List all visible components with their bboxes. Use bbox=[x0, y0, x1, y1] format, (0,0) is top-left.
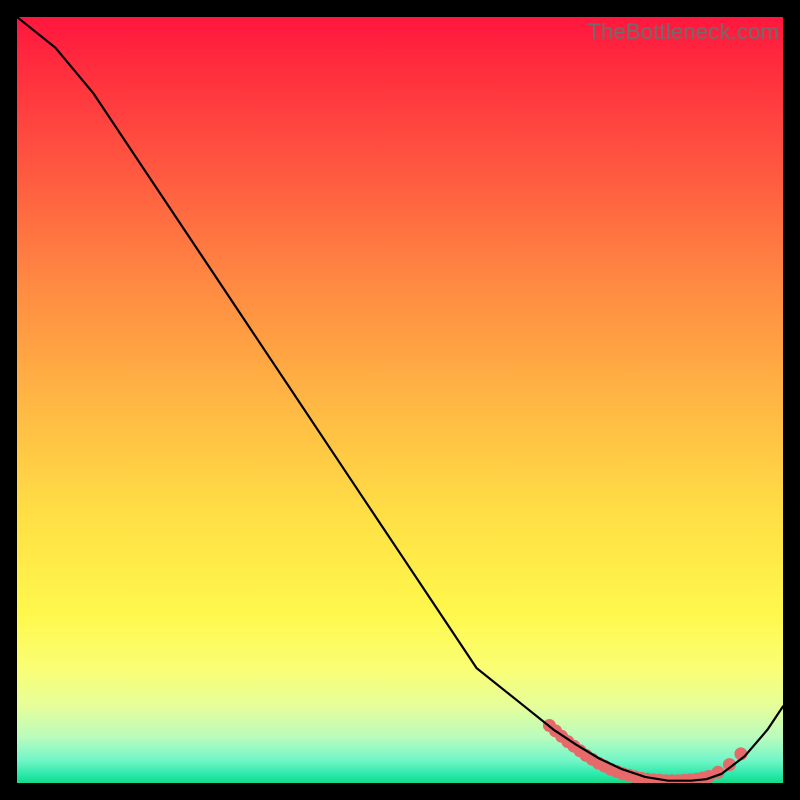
chart-svg bbox=[17, 17, 783, 783]
chart-curve bbox=[17, 17, 783, 781]
chart-markers bbox=[543, 719, 748, 783]
chart-area: TheBottleneck.com bbox=[17, 17, 783, 783]
